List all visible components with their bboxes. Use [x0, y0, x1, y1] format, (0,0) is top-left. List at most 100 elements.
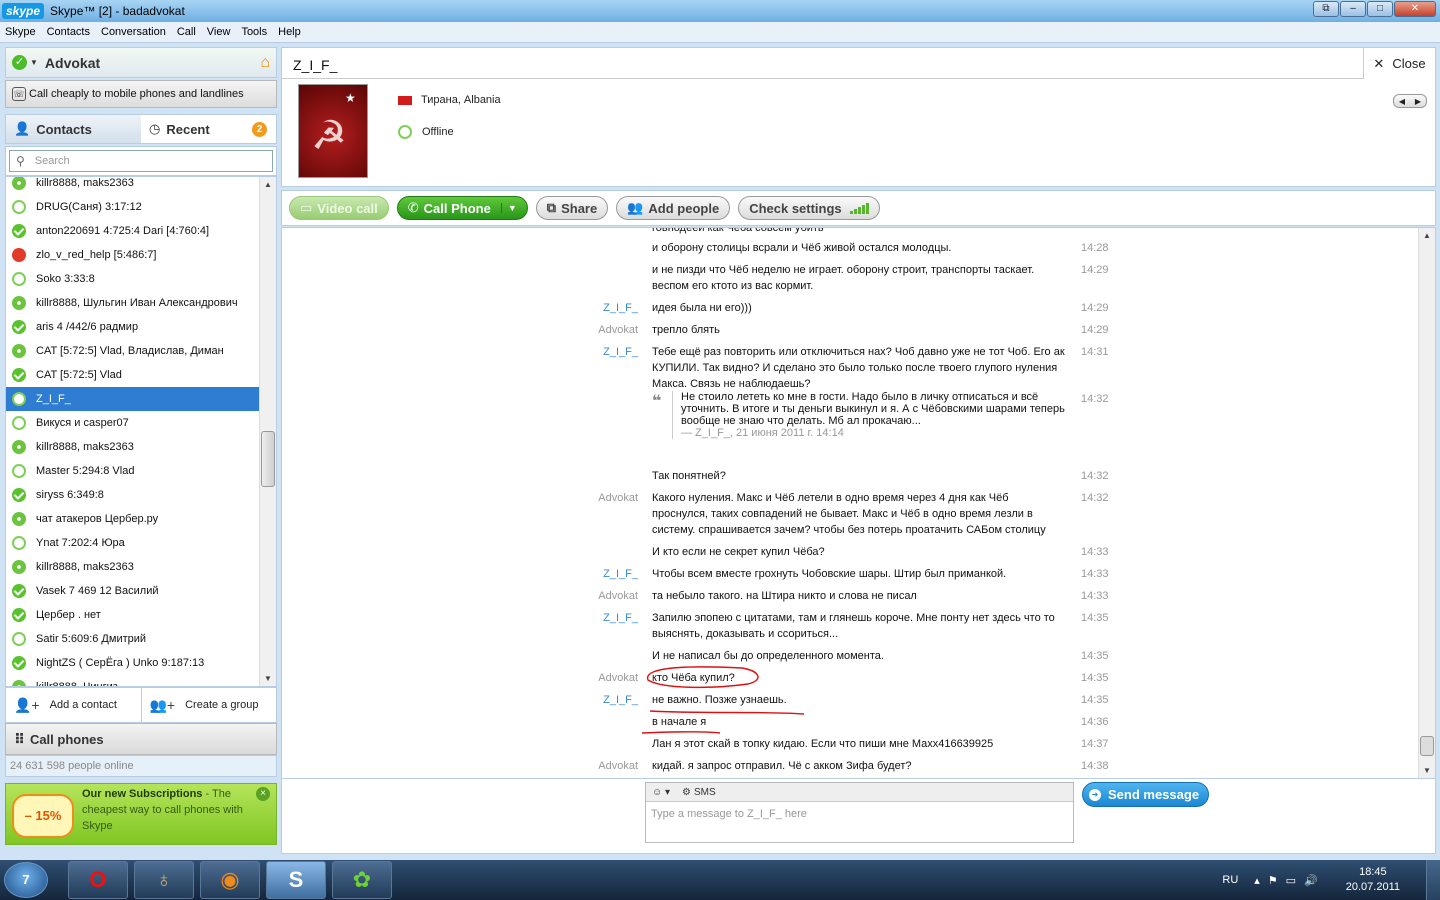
- sms-icon[interactable]: ⚙: [682, 787, 691, 798]
- contact-row[interactable]: Soko 3:33:8: [6, 267, 259, 291]
- message-author[interactable]: Z_I_F_: [540, 300, 638, 316]
- add-contact-label: Add a contact: [49, 699, 117, 711]
- minimize-button[interactable]: –: [1340, 1, 1366, 17]
- message-placeholder[interactable]: Type a message to Z_I_F_ here: [646, 802, 1073, 826]
- contact-row[interactable]: CAT [5:72:5] Vlad: [6, 363, 259, 387]
- emoticon-icon[interactable]: ☺ ▾: [652, 787, 670, 798]
- contact-row[interactable]: DRUG(Саня) 3:17:12: [6, 195, 259, 219]
- contact-row[interactable]: killr8888, maks2363: [6, 435, 259, 459]
- call-cheaply-banner[interactable]: ☏ Call cheaply to mobile phones and land…: [5, 80, 277, 108]
- chevron-down-icon[interactable]: ▼: [500, 203, 517, 213]
- contact-row[interactable]: NightZS ( СерЁга ) Unko 9:187:13: [6, 651, 259, 675]
- menu-view[interactable]: View: [207, 26, 231, 38]
- video-call-button[interactable]: ▭ Video call: [289, 196, 389, 220]
- scroll-thumb[interactable]: [261, 431, 275, 487]
- tab-recent[interactable]: ◷ Recent 2: [141, 115, 276, 143]
- window-controls: ⧉ – □ ✕: [1313, 1, 1436, 17]
- message-author[interactable]: Z_I_F_: [540, 566, 638, 582]
- contact-row[interactable]: Ynat 7:202:4 Юра: [6, 531, 259, 555]
- phone-icon: ☏: [12, 87, 26, 101]
- menu-tools[interactable]: Tools: [241, 26, 267, 38]
- add-contact-button[interactable]: 👤+ Add a contact: [6, 688, 141, 722]
- contact-row[interactable]: Master 5:294:8 Vlad: [6, 459, 259, 483]
- contact-row[interactable]: CAT [5:72:5] Vlad, Владислав, Диман: [6, 339, 259, 363]
- maximize-button[interactable]: □: [1367, 1, 1393, 17]
- menu-skype[interactable]: Skype: [5, 26, 36, 38]
- contact-row[interactable]: Vasek 7 469 12 Василий: [6, 579, 259, 603]
- share-button[interactable]: ⧉ Share: [535, 196, 609, 220]
- search-input[interactable]: ⚲ Search: [9, 150, 273, 172]
- message-input[interactable]: ☺ ▾ ⚙ SMS Type a message to Z_I_F_ here: [645, 782, 1074, 843]
- scroll-up-icon[interactable]: ▲: [264, 180, 272, 189]
- contact-row[interactable]: Викуся и casper07: [6, 411, 259, 435]
- clock[interactable]: 18:45 20.07.2011: [1346, 865, 1400, 895]
- online-check-icon[interactable]: ✓: [12, 55, 27, 70]
- create-group-button[interactable]: 👥+ Create a group: [140, 688, 277, 722]
- contact-row[interactable]: Satir 5:609:6 Дмитрий: [6, 627, 259, 651]
- tab-contacts[interactable]: 👤 Contacts: [6, 115, 141, 143]
- message-history[interactable]: говнодеей как Чеба совсем убить и оборону…: [281, 227, 1436, 779]
- ad-close-icon[interactable]: ×: [256, 787, 270, 801]
- language-indicator[interactable]: RU: [1222, 874, 1238, 886]
- menu-call[interactable]: Call: [177, 26, 196, 38]
- scroll-thumb[interactable]: [1420, 736, 1434, 756]
- message-author[interactable]: Z_I_F_: [540, 610, 638, 626]
- call-phones-button[interactable]: ⠿ Call phones: [5, 723, 277, 755]
- contact-row[interactable]: aris 4 /442/6 радмир: [6, 315, 259, 339]
- contact-list-scrollbar[interactable]: ▲ ▼: [259, 177, 276, 686]
- show-desktop-button[interactable]: [1426, 860, 1440, 900]
- message-author[interactable]: Advokat: [540, 588, 638, 604]
- menu-contacts[interactable]: Contacts: [47, 26, 90, 38]
- close-conversation-button[interactable]: ✕ Close: [1363, 48, 1435, 79]
- scroll-down-icon[interactable]: ▼: [1423, 766, 1431, 775]
- user-status-bar[interactable]: ✓ ▼ Advokat ⌂: [5, 47, 277, 78]
- contact-list[interactable]: killr8888, maks2363 DRUG(Саня) 3:17:12 ant…: [5, 176, 277, 687]
- message-author[interactable]: Advokat: [540, 758, 638, 774]
- menu-help[interactable]: Help: [278, 26, 301, 38]
- check-settings-button[interactable]: Check settings: [738, 196, 880, 220]
- start-button[interactable]: 7: [4, 862, 48, 898]
- compact-view-icon[interactable]: ⧉: [1313, 1, 1339, 17]
- skype-taskbar-icon[interactable]: S: [266, 861, 326, 899]
- avatar[interactable]: ★ ☭: [298, 84, 368, 178]
- next-icon[interactable]: ▶: [1415, 97, 1421, 106]
- icq-taskbar-icon[interactable]: ✿: [332, 861, 392, 899]
- message-author[interactable]: Z_I_F_: [540, 344, 638, 360]
- video-call-label: Video call: [317, 200, 378, 216]
- scroll-up-icon[interactable]: ▲: [1423, 231, 1431, 240]
- profile-nav[interactable]: ◀ ▶: [1393, 94, 1427, 108]
- message-author[interactable]: Advokat: [540, 322, 638, 338]
- contact-row[interactable]: killr8888, maks2363: [6, 177, 259, 195]
- contact-row[interactable]: killr8888, Шульгин Иван Александрович: [6, 291, 259, 315]
- contact-row[interactable]: anton220691 4:725:4 Dari [4:760:4]: [6, 219, 259, 243]
- share-icon: ⧉: [546, 200, 557, 215]
- contact-row[interactable]: Цербер . нет: [6, 603, 259, 627]
- contact-row[interactable]: чат атакеров Цербер.ру: [6, 507, 259, 531]
- status-dropdown-icon[interactable]: ▼: [30, 58, 38, 67]
- message-author[interactable]: Advokat: [540, 670, 638, 686]
- message-author[interactable]: Z_I_F_: [540, 692, 638, 708]
- menu-conversation[interactable]: Conversation: [101, 26, 166, 38]
- firefox-taskbar-icon[interactable]: ◉: [200, 861, 260, 899]
- opera-taskbar-icon[interactable]: O: [68, 861, 128, 899]
- add-people-button[interactable]: 👥 Add people: [616, 196, 731, 220]
- tor-taskbar-icon[interactable]: ♁: [134, 861, 194, 899]
- message-author[interactable]: Advokat: [540, 490, 638, 506]
- contact-row[interactable]: killr8888, Чингиз: [6, 675, 259, 686]
- subscription-ad[interactable]: – 15% Our new Subscriptions - The cheape…: [5, 783, 277, 845]
- scroll-down-icon[interactable]: ▼: [264, 674, 272, 683]
- location-text: Тирана, Albania: [421, 94, 501, 106]
- home-icon[interactable]: ⌂: [260, 54, 270, 72]
- dialpad-icon: ⠿: [14, 730, 25, 747]
- message-scrollbar[interactable]: ▲ ▼: [1418, 228, 1435, 778]
- sms-label[interactable]: SMS: [694, 787, 716, 798]
- send-message-button[interactable]: ➜ Send message: [1082, 782, 1209, 807]
- contact-row[interactable]: siryss 6:349:8: [6, 483, 259, 507]
- contact-row[interactable]: killr8888, maks2363: [6, 555, 259, 579]
- contact-row[interactable]: zlo_v_red_help [5:486:7]: [6, 243, 259, 267]
- close-window-button[interactable]: ✕: [1394, 1, 1436, 17]
- contact-row[interactable]: Z_I_F_: [6, 387, 259, 411]
- call-phone-button[interactable]: ✆ Call Phone ▼: [396, 196, 528, 220]
- tray-icons[interactable]: ▴⚑▭🔊: [1254, 874, 1325, 887]
- prev-icon[interactable]: ◀: [1399, 97, 1405, 106]
